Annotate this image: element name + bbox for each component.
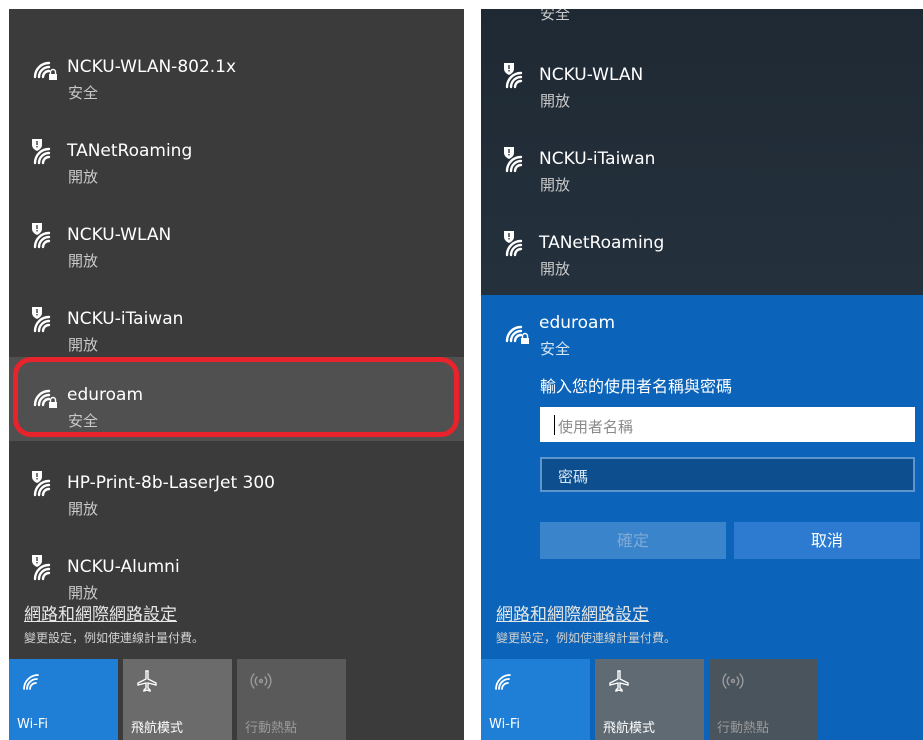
- network-state: 開放: [68, 168, 99, 186]
- network-state: 開放: [68, 500, 99, 518]
- network-ssid: HP-Print-8b-LaserJet 300: [67, 473, 275, 493]
- password-field[interactable]: 密碼: [540, 457, 915, 492]
- network-state: 開放: [68, 252, 99, 270]
- wifi-open-shield-icon: [32, 555, 51, 581]
- network-settings-description: 變更設定，例如使連線計量付費。: [24, 631, 205, 645]
- hotspot-icon: [722, 673, 744, 689]
- network-ssid: NCKU-iTaiwan: [67, 309, 184, 329]
- network-item-ncku-itaiwan[interactable]: NCKU-iTaiwan 開放: [9, 281, 464, 365]
- username-field[interactable]: 使用者名稱: [540, 407, 915, 442]
- credential-prompt: 輸入您的使用者名稱與密碼: [540, 377, 733, 396]
- quick-action-mobile-hotspot[interactable]: 行動熱點: [709, 659, 818, 740]
- hotspot-icon: [250, 673, 272, 689]
- username-placeholder: 使用者名稱: [558, 418, 634, 436]
- network-state: 開放: [68, 336, 99, 354]
- wifi-secured-icon: [505, 325, 529, 344]
- quick-action-airplane-mode[interactable]: 飛航模式: [595, 659, 704, 740]
- network-settings-link[interactable]: 網路和網際網路設定: [496, 600, 649, 625]
- network-item-ncku-itaiwan[interactable]: NCKU-iTaiwan 開放: [481, 121, 923, 205]
- network-item-tanetroaming[interactable]: TANetRoaming 開放: [481, 205, 923, 289]
- network-state: 開放: [540, 176, 571, 194]
- wifi-open-shield-icon: [32, 223, 51, 249]
- password-placeholder: 密碼: [558, 468, 589, 486]
- network-item-hp-print[interactable]: HP-Print-8b-LaserJet 300 開放: [9, 445, 464, 529]
- network-flyout-right: 安全 NCKU-WLAN 開放 NCKU-iTaiwan 開放 TANetRoa…: [481, 9, 923, 740]
- network-settings-link[interactable]: 網路和網際網路設定: [24, 600, 177, 625]
- network-state: 安全: [540, 340, 571, 358]
- network-item-ncku-wlan[interactable]: NCKU-WLAN 開放: [481, 37, 923, 121]
- network-item-ncku-wlan-8021x[interactable]: NCKU-WLAN-802.1x 安全: [9, 29, 464, 113]
- network-item-tanetroaming[interactable]: TANetRoaming 開放: [9, 113, 464, 197]
- text-cursor: [554, 415, 555, 435]
- airplane-icon: [137, 670, 157, 692]
- wifi-open-shield-icon: [504, 147, 523, 173]
- network-ssid: NCKU-WLAN-802.1x: [67, 57, 237, 77]
- network-ssid: NCKU-Alumni: [67, 557, 180, 577]
- wifi-open-shield-icon: [32, 471, 51, 497]
- network-state: 安全: [68, 84, 99, 102]
- tile-label: 飛航模式: [131, 721, 184, 736]
- network-state: 開放: [540, 260, 571, 278]
- ok-button[interactable]: 確定: [540, 522, 726, 559]
- wifi-open-shield-icon: [32, 307, 51, 333]
- airplane-icon: [609, 670, 629, 692]
- wifi-open-shield-icon: [504, 231, 523, 257]
- network-ssid: eduroam: [539, 313, 616, 333]
- tile-label: Wi-Fi: [17, 717, 49, 732]
- network-ssid: NCKU-iTaiwan: [539, 149, 656, 169]
- quick-action-wifi[interactable]: Wi-Fi: [481, 659, 590, 740]
- wifi-open-shield-icon: [32, 139, 51, 165]
- tile-label: 行動熱點: [717, 721, 770, 736]
- quick-action-mobile-hotspot[interactable]: 行動熱點: [237, 659, 346, 740]
- network-ssid: TANetRoaming: [67, 141, 193, 161]
- network-settings-description: 變更設定，例如使連線計量付費。: [496, 631, 677, 645]
- network-ssid: NCKU-WLAN: [67, 225, 172, 245]
- wifi-open-shield-icon: [504, 63, 523, 89]
- tile-label: 行動熱點: [245, 721, 298, 736]
- network-flyout-left: NCKU-WLAN-802.1x 安全 TANetRoaming 開放 NCKU…: [9, 9, 464, 740]
- wifi-icon: [495, 674, 511, 690]
- network-item-ncku-wlan[interactable]: NCKU-WLAN 開放: [9, 197, 464, 281]
- network-state: 開放: [540, 92, 571, 110]
- network-state-cut-off: 安全: [540, 9, 571, 23]
- quick-action-wifi[interactable]: Wi-Fi: [9, 659, 118, 740]
- wifi-secured-icon: [33, 61, 57, 80]
- tile-label: Wi-Fi: [489, 717, 521, 732]
- tile-label: 飛航模式: [603, 721, 656, 736]
- highlight-ring-annotation: [13, 357, 459, 437]
- network-ssid: TANetRoaming: [539, 233, 665, 253]
- network-ssid: NCKU-WLAN: [539, 65, 644, 85]
- cancel-button[interactable]: 取消: [734, 522, 920, 559]
- quick-action-airplane-mode[interactable]: 飛航模式: [123, 659, 232, 740]
- wifi-icon: [23, 674, 39, 690]
